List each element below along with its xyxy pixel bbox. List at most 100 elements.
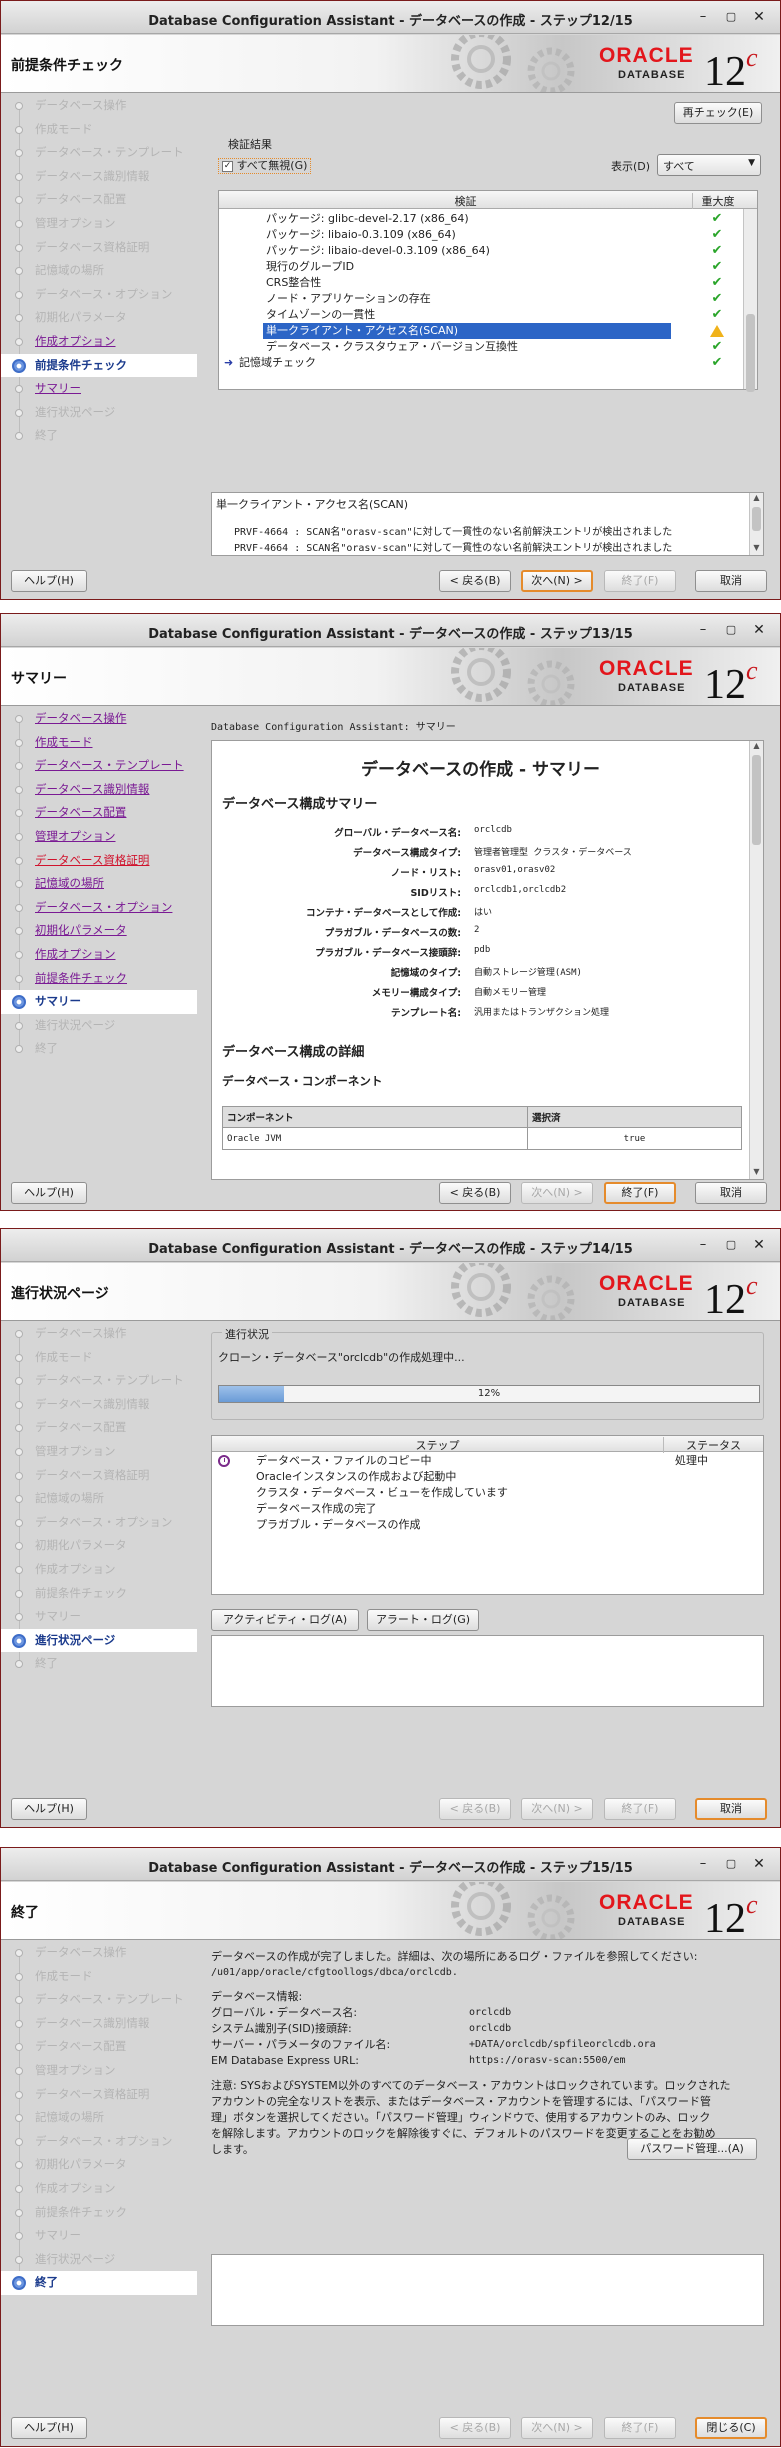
step-item-summary[interactable]: サマリー [1,377,197,401]
recheck-button[interactable]: 再チェック(E) [674,102,762,124]
summary-value: orclcdb [474,825,512,835]
step-item-link[interactable]: 前提条件チェック [1,967,197,991]
current-step-icon [12,2276,26,2291]
scrollbar-thumb[interactable] [746,314,755,392]
check-row[interactable]: パッケージ: libaio-0.3.109 (x86_64) ✔ [219,227,743,243]
check-row[interactable]: ➜ 記憶域チェック ✔ [219,355,743,371]
step-item: データベース資格証明 [1,2083,197,2107]
results-scrollbar[interactable] [743,209,757,392]
minimize-icon[interactable]: – [694,621,712,639]
step-item-link[interactable]: データベース識別情報 [1,778,197,802]
password-management-button[interactable]: パスワード管理...(A) [627,2138,757,2160]
cancel-button[interactable]: 取消 [695,570,767,592]
check-row[interactable]: 単一クライアント・アクセス名(SCAN) [219,323,743,339]
help-button[interactable]: ヘルプ(H) [11,1798,87,1820]
step-item-link[interactable]: 管理オプション [1,825,197,849]
step-item: データベース資格証明 [1,236,197,260]
step-item: データベース操作 [1,1941,197,1965]
summary-value: 自動メモリー管理 [474,988,547,998]
step-item: 記憶域の場所 [1,2106,197,2130]
help-button[interactable]: ヘルプ(H) [11,2417,87,2439]
log-path: /u01/app/oracle/cfgtoollogs/dbca/orclcdb… [211,1967,458,1978]
step-dot-icon [15,290,23,299]
step-item-credentials-error[interactable]: データベース資格証明 [1,849,197,873]
detail-scrollbar[interactable]: ▲ ▼ [749,493,763,555]
check-row[interactable]: パッケージ: libaio-devel-0.3.109 (x86_64) ✔ [219,243,743,259]
log-output-area [211,2254,764,2326]
finish-button: 終了(F) [604,2417,676,2439]
summary-subsection-heading: データベース・コンポーネント [222,1074,383,1088]
step-item-link[interactable]: 作成モード [1,731,197,755]
scrollbar-thumb[interactable] [752,755,761,845]
step-dot-icon [15,172,23,181]
title-bar[interactable]: Database Configuration Assistant - データベー… [1,614,780,647]
activity-log-button[interactable]: アクティビティ・ログ(A) [211,1609,359,1631]
next-button[interactable]: 次へ(N) > [521,570,593,592]
oracle-logo: ORACLE [599,44,694,67]
maximize-icon[interactable]: ▢ [722,621,740,639]
close-icon[interactable]: ✕ [750,8,768,26]
finish-button[interactable]: 終了(F) [604,1182,676,1204]
ignore-all-checkbox[interactable]: ✓ すべて無視(G) [218,158,312,174]
version-suffix: c [746,1271,758,1300]
step-item-link[interactable]: データベース・テンプレート [1,754,197,778]
scroll-down-icon[interactable]: ▼ [750,1167,763,1179]
step-dot-icon [15,2019,23,2028]
scrollbar-thumb[interactable] [752,507,761,531]
scroll-up-icon[interactable]: ▲ [750,741,763,753]
close-icon[interactable]: ✕ [750,621,768,639]
summary-scrollbar[interactable]: ▲ ▼ [749,741,763,1179]
step-item-link[interactable]: データベース・オプション [1,896,197,920]
help-button[interactable]: ヘルプ(H) [11,570,87,592]
check-row[interactable]: パッケージ: glibc-devel-2.17 (x86_64) ✔ [219,211,743,227]
cancel-button[interactable]: 取消 [695,1182,767,1204]
close-icon[interactable]: ✕ [750,1236,768,1254]
step-item-link[interactable]: データベース配置 [1,801,197,825]
check-row[interactable]: ノード・アプリケーションの存在 ✔ [219,291,743,307]
step-dot-icon [15,1447,23,1456]
step-name: Oracleインスタンスの作成および起動中 [256,1470,457,1483]
help-button[interactable]: ヘルプ(H) [11,1182,87,1204]
title-bar[interactable]: Database Configuration Assistant - データベー… [1,1,780,34]
alert-log-button[interactable]: アラート・ログ(G) [367,1609,479,1631]
scroll-up-icon[interactable]: ▲ [750,493,763,505]
back-button[interactable]: < 戻る(B) [439,1182,511,1204]
step-dot-icon [15,856,23,865]
step-item: データベース配置 [1,188,197,212]
step-item: 管理オプション [1,1440,197,1464]
expand-arrow-icon[interactable]: ➜ [224,355,233,371]
step-dot-icon [15,2255,23,2264]
back-button[interactable]: < 戻る(B) [439,570,511,592]
step-item: データベース資格証明 [1,1464,197,1488]
step-item-link[interactable]: 記憶域の場所 [1,872,197,896]
summary-key: メモリー構成タイプ: [371,988,461,999]
step-item: 作成モード [1,118,197,142]
close-button[interactable]: 閉じる(C) [695,2417,767,2439]
title-bar[interactable]: Database Configuration Assistant - データベー… [1,1229,780,1262]
scroll-down-icon[interactable]: ▼ [750,543,763,555]
maximize-icon[interactable]: ▢ [722,1855,740,1873]
minimize-icon[interactable]: – [694,1236,712,1254]
check-row[interactable]: 現行のグループID ✔ [219,259,743,275]
step-item-create-options[interactable]: 作成オプション [1,330,197,354]
maximize-icon[interactable]: ▢ [722,1236,740,1254]
check-row[interactable]: タイムゾーンの一貫性 ✔ [219,307,743,323]
maximize-icon[interactable]: ▢ [722,8,740,26]
step-item-link[interactable]: 初期化パラメータ [1,919,197,943]
back-button: < 戻る(B) [439,1798,511,1820]
step-item-link[interactable]: データベース操作 [1,707,197,731]
page-title: 終了 [11,1905,39,1921]
check-row[interactable]: CRS整合性 ✔ [219,275,743,291]
minimize-icon[interactable]: – [694,8,712,26]
step-dot-icon [15,1542,23,1551]
summary-key: グローバル・データベース名: [334,828,461,839]
display-select[interactable]: すべて ▼ [657,154,761,176]
check-row[interactable]: データベース・クラスタウェア・バージョン互換性 ✔ [219,339,743,355]
db-info-value: +DATA/orclcdb/spfileorclcdb.ora [469,2039,656,2050]
col-header-selected: 選択済 [527,1106,742,1128]
close-icon[interactable]: ✕ [750,1855,768,1873]
title-bar[interactable]: Database Configuration Assistant - データベー… [1,1848,780,1881]
step-item-link[interactable]: 作成オプション [1,943,197,967]
minimize-icon[interactable]: – [694,1855,712,1873]
cancel-button[interactable]: 取消 [695,1798,767,1820]
